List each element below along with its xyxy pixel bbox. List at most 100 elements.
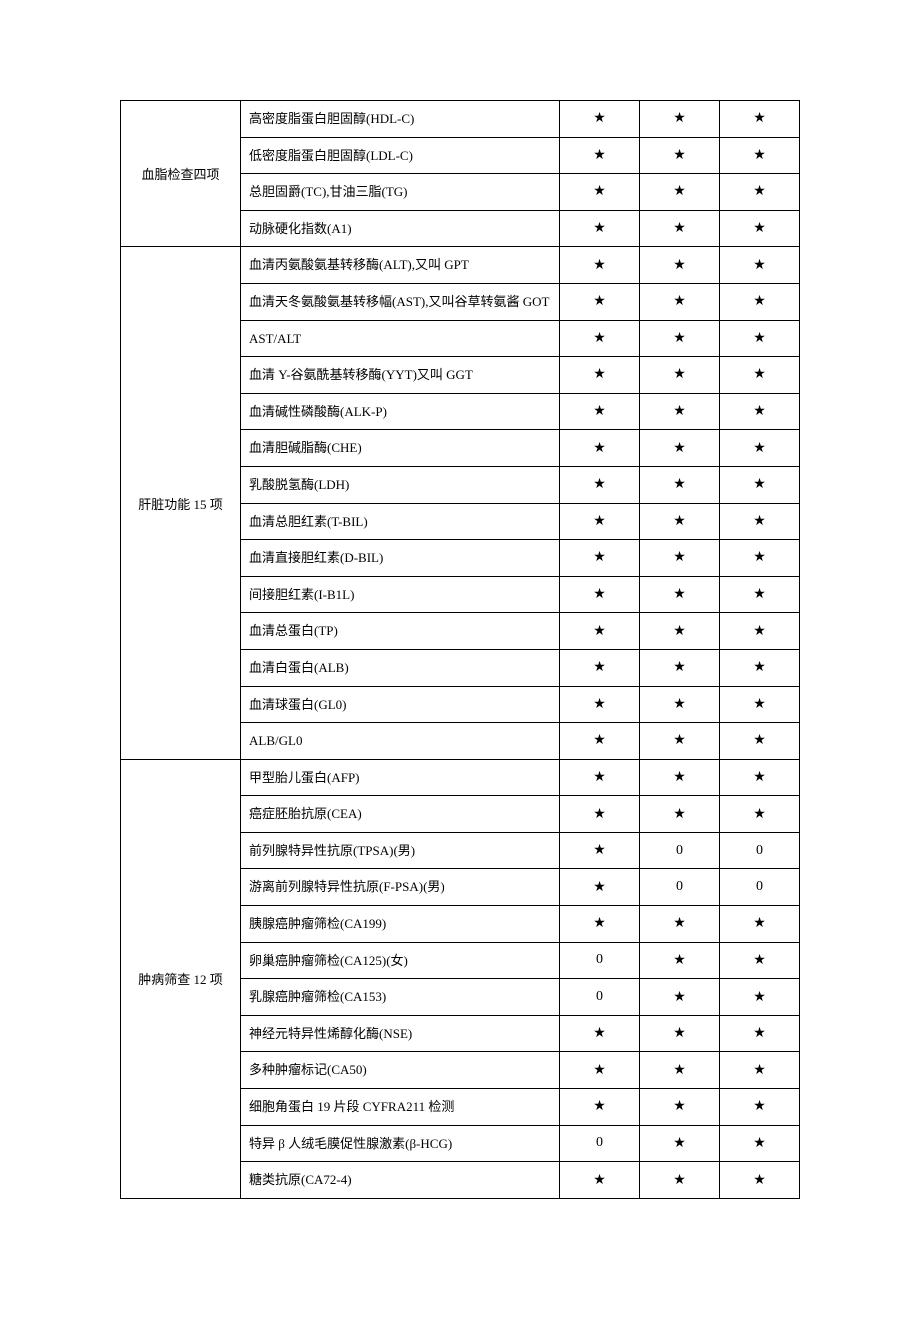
item-cell: 乳酸脱氢酶(LDH) [241, 466, 560, 503]
mark-cell: ★ [560, 1052, 640, 1089]
mark-cell: ★ [560, 723, 640, 760]
mark-cell: ★ [560, 906, 640, 943]
mark-cell: ★ [640, 174, 720, 211]
item-cell: 细胞角蛋白 19 片段 CYFRA211 检测 [241, 1089, 560, 1126]
category-cell: 肝脏功能 15 项 [121, 247, 241, 759]
mark-cell: ★ [560, 1162, 640, 1199]
mark-cell: ★ [640, 210, 720, 247]
mark-cell: ★ [640, 942, 720, 979]
mark-cell: ★ [720, 174, 800, 211]
mark-cell: ★ [720, 1125, 800, 1162]
mark-cell: ★ [560, 759, 640, 796]
mark-cell: ★ [560, 101, 640, 138]
mark-cell: ★ [720, 466, 800, 503]
mark-cell: ★ [720, 979, 800, 1016]
item-cell: 前列腺特异性抗原(TPSA)(男) [241, 832, 560, 869]
mark-cell: ★ [560, 210, 640, 247]
mark-cell: ★ [640, 320, 720, 357]
mark-cell: ★ [560, 649, 640, 686]
mark-cell: ★ [720, 1089, 800, 1126]
medical-items-table: 血脂检查四项高密度脂蛋白胆固醇(HDL-C)★★★低密度脂蛋白胆固醇(LDL-C… [120, 100, 800, 1199]
item-cell: 动脉硬化指数(A1) [241, 210, 560, 247]
item-cell: 血清胆碱脂酶(CHE) [241, 430, 560, 467]
mark-cell: ★ [640, 1125, 720, 1162]
mark-cell: ★ [720, 906, 800, 943]
table-row: 肝脏功能 15 项血清丙氨酸氨基转移酶(ALT),又叫 GPT★★★ [121, 247, 800, 284]
mark-cell: ★ [640, 283, 720, 320]
mark-cell: ★ [640, 393, 720, 430]
mark-cell: ★ [560, 320, 640, 357]
item-cell: 间接胆红素(I-B1L) [241, 576, 560, 613]
item-cell: 血清直接胆红素(D-BIL) [241, 540, 560, 577]
mark-cell: ★ [640, 430, 720, 467]
mark-cell: ★ [720, 723, 800, 760]
mark-cell: ★ [560, 283, 640, 320]
mark-cell: ★ [720, 393, 800, 430]
mark-cell: ★ [640, 723, 720, 760]
item-cell: 总胆固爵(TC),甘油三脂(TG) [241, 174, 560, 211]
mark-cell: ★ [640, 906, 720, 943]
mark-cell: ★ [560, 613, 640, 650]
mark-cell: ★ [560, 247, 640, 284]
item-cell: 癌症胚胎抗原(CEA) [241, 796, 560, 833]
mark-cell: ★ [720, 942, 800, 979]
item-cell: 游离前列腺特异性抗原(F-PSA)(男) [241, 869, 560, 906]
item-cell: 血清碱性磷酸酶(ALK-P) [241, 393, 560, 430]
mark-cell: ★ [720, 686, 800, 723]
mark-cell: ★ [640, 1052, 720, 1089]
mark-cell: ★ [640, 1015, 720, 1052]
mark-cell: ★ [640, 101, 720, 138]
mark-cell: 0 [640, 832, 720, 869]
mark-cell: ★ [640, 247, 720, 284]
item-cell: 血清天冬氨酸氨基转移幅(AST),又叫谷草转氨酱 GOT [241, 283, 560, 320]
mark-cell: ★ [720, 796, 800, 833]
mark-cell: ★ [640, 357, 720, 394]
mark-cell: ★ [640, 686, 720, 723]
mark-cell: ★ [720, 357, 800, 394]
mark-cell: ★ [720, 540, 800, 577]
mark-cell: ★ [640, 613, 720, 650]
mark-cell: ★ [640, 503, 720, 540]
mark-cell: 0 [720, 869, 800, 906]
mark-cell: ★ [640, 649, 720, 686]
mark-cell: ★ [640, 759, 720, 796]
mark-cell: ★ [560, 686, 640, 723]
mark-cell: ★ [720, 503, 800, 540]
mark-cell: ★ [640, 576, 720, 613]
item-cell: ALB/GL0 [241, 723, 560, 760]
item-cell: 胰腺癌肿瘤筛检(CA199) [241, 906, 560, 943]
mark-cell: ★ [720, 1015, 800, 1052]
mark-cell: 0 [640, 869, 720, 906]
mark-cell: ★ [640, 540, 720, 577]
mark-cell: ★ [560, 540, 640, 577]
mark-cell: ★ [640, 1162, 720, 1199]
item-cell: 血清总蛋白(TP) [241, 613, 560, 650]
item-cell: AST/ALT [241, 320, 560, 357]
mark-cell: 0 [560, 1125, 640, 1162]
mark-cell: ★ [560, 137, 640, 174]
item-cell: 血清丙氨酸氨基转移酶(ALT),又叫 GPT [241, 247, 560, 284]
mark-cell: ★ [720, 137, 800, 174]
mark-cell: ★ [720, 320, 800, 357]
mark-cell: ★ [640, 1089, 720, 1126]
item-cell: 神经元特异性烯醇化酶(NSE) [241, 1015, 560, 1052]
mark-cell: ★ [560, 796, 640, 833]
mark-cell: ★ [720, 430, 800, 467]
mark-cell: ★ [720, 101, 800, 138]
item-cell: 多种肿瘤标记(CA50) [241, 1052, 560, 1089]
mark-cell: ★ [560, 430, 640, 467]
mark-cell: ★ [720, 210, 800, 247]
mark-cell: ★ [560, 357, 640, 394]
item-cell: 糖类抗原(CA72-4) [241, 1162, 560, 1199]
item-cell: 血清 Y-谷氨酰基转移酶(YYT)又叫 GGT [241, 357, 560, 394]
mark-cell: ★ [720, 576, 800, 613]
mark-cell: ★ [720, 247, 800, 284]
item-cell: 低密度脂蛋白胆固醇(LDL-C) [241, 137, 560, 174]
mark-cell: ★ [720, 1162, 800, 1199]
item-cell: 血清球蛋白(GL0) [241, 686, 560, 723]
item-cell: 特异 β 人绒毛膜促性腺激素(β-HCG) [241, 1125, 560, 1162]
table-row: 肿病筛查 12 项甲型胎儿蛋白(AFP)★★★ [121, 759, 800, 796]
mark-cell: ★ [560, 174, 640, 211]
mark-cell: ★ [560, 832, 640, 869]
mark-cell: ★ [720, 649, 800, 686]
